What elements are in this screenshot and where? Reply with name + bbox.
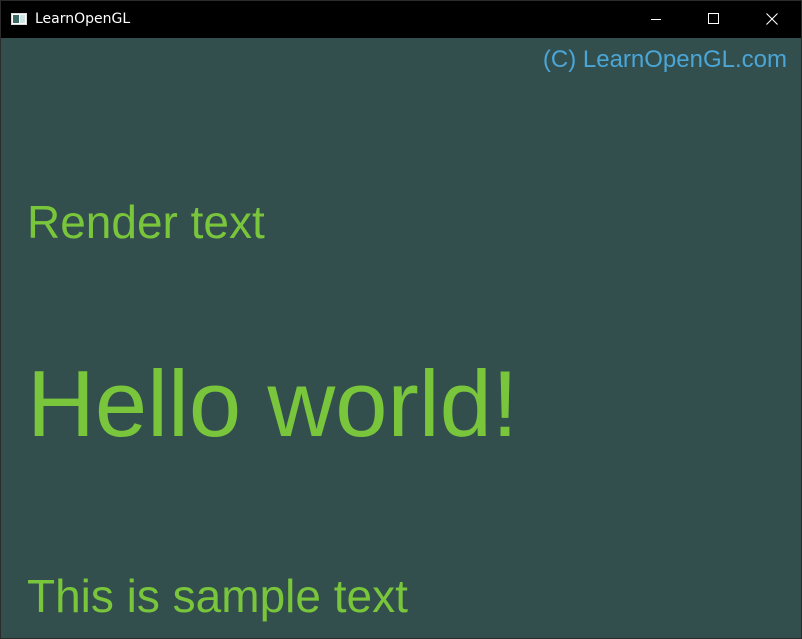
app-icon-left-pane (13, 15, 19, 23)
copyright-text: (C) LearnOpenGL.com (542, 46, 787, 73)
maximize-button[interactable] (685, 1, 743, 38)
minimize-button[interactable] (627, 1, 685, 38)
minimize-icon (651, 19, 661, 20)
close-button[interactable] (743, 1, 801, 38)
application-window: LearnOpenGL (C) LearnOpenGL.com Render t… (0, 0, 802, 639)
window-title: LearnOpenGL (35, 11, 131, 27)
opengl-viewport[interactable]: (C) LearnOpenGL.com Render text Hello wo… (1, 38, 801, 638)
close-icon (766, 13, 778, 25)
sample-text: This is sample text (27, 570, 408, 622)
render-text-label: Render text (27, 196, 265, 248)
window-app-icon (11, 13, 27, 25)
maximize-icon (708, 13, 719, 24)
app-icon-right-pane (20, 15, 25, 23)
title-bar[interactable]: LearnOpenGL (1, 1, 801, 38)
hello-world-text: Hello world! (27, 351, 519, 456)
